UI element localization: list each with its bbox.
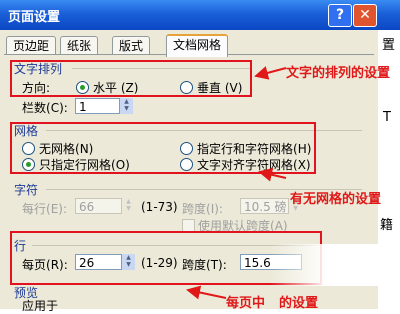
arrow-lines [186, 285, 227, 300]
annotation-grid: 有无网格的设置 [290, 192, 382, 207]
annotation-text-direction: 文字的排列的设置 [286, 66, 391, 81]
arrow-text-direction [254, 66, 287, 80]
annotation-lines: 每页中 的设置 [226, 296, 319, 311]
tab-document-grid[interactable]: 文档网格 [166, 34, 229, 57]
arrow-grid [258, 167, 287, 182]
